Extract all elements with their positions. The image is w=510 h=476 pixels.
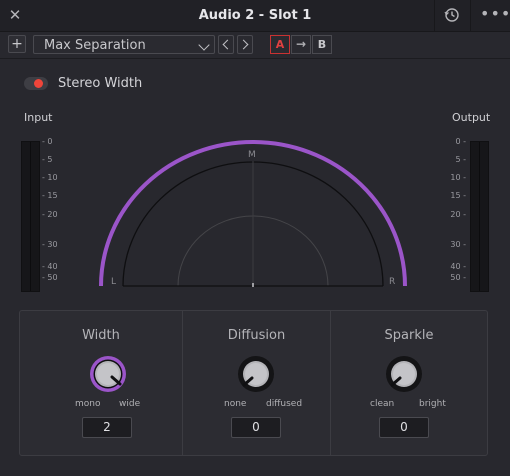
add-preset-button[interactable]: + (8, 35, 26, 53)
scope-label-r: R (389, 277, 395, 287)
input-meter-tick: - 15 (42, 191, 58, 200)
sparkle-section: Sparkle clean bright 0 (331, 311, 487, 455)
output-meter-tick: 15 - (450, 191, 466, 200)
output-meter (470, 141, 489, 292)
preset-toolbar: + Max Separation A → B (0, 32, 510, 59)
preset-dropdown[interactable]: Max Separation (33, 35, 215, 54)
output-label: Output (452, 111, 491, 124)
input-meter-tick: - 20 (42, 210, 58, 219)
ab-compare-group: A → B (270, 35, 332, 54)
divider (434, 0, 435, 31)
copy-a-to-b-button[interactable]: → (291, 35, 311, 54)
output-meter-tick: 20 - (450, 210, 466, 219)
output-meter-tick: 30 - (450, 240, 466, 249)
stereo-scope: M L R (99, 140, 407, 287)
input-meter-tick: - 0 (42, 137, 53, 146)
input-meter-tick: - 50 (42, 273, 58, 282)
diffusion-section: Diffusion none diffused 0 (183, 311, 330, 455)
output-meter-tick: 10 - (450, 173, 466, 182)
sparkle-min-label: clean (370, 399, 395, 409)
stereo-width-label: Stereo Width (58, 76, 143, 91)
divider (470, 0, 471, 31)
input-meter-tick: - 40 (42, 262, 58, 271)
width-knob[interactable] (88, 354, 128, 394)
input-label: Input (24, 111, 53, 124)
chevron-right-icon (238, 39, 249, 50)
diffusion-title: Diffusion (227, 328, 286, 343)
more-options-icon[interactable]: ••• (480, 6, 510, 23)
output-meter-tick: 50 - (450, 273, 466, 282)
previous-preset-button[interactable] (218, 35, 234, 54)
title-bar: ✕ Audio 2 - Slot 1 ••• (0, 0, 510, 32)
diffusion-max-label: diffused (266, 399, 303, 409)
output-meter-tick: 40 - (450, 262, 466, 271)
input-meter-tick: - 30 (42, 240, 58, 249)
input-meter-tick: - 10 (42, 173, 58, 182)
width-section: Width mono wide 2 (20, 311, 182, 455)
width-value-field[interactable]: 2 (82, 417, 132, 438)
toggle-indicator (34, 79, 43, 88)
width-min-label: mono (75, 399, 101, 409)
sparkle-title: Sparkle (384, 328, 434, 343)
chevron-down-icon (198, 39, 210, 51)
input-meter-tick: - 5 (42, 155, 53, 164)
sparkle-knob[interactable] (384, 354, 424, 394)
chevron-left-icon (222, 39, 233, 50)
diffusion-min-label: none (224, 399, 247, 409)
b-button[interactable]: B (312, 35, 332, 54)
a-button[interactable]: A (270, 35, 290, 54)
next-preset-button[interactable] (237, 35, 253, 54)
history-icon[interactable] (443, 6, 461, 24)
width-title: Width (82, 328, 120, 343)
sparkle-value-field[interactable]: 0 (379, 417, 429, 438)
preset-value: Max Separation (44, 38, 146, 53)
scope-label-m: M (248, 150, 256, 160)
input-meter (21, 141, 40, 292)
controls-panel: Width mono wide 2 Diffusion none diffuse… (19, 310, 488, 456)
width-max-label: wide (119, 399, 141, 409)
diffusion-knob[interactable] (236, 354, 276, 394)
output-meter-tick: 5 - (455, 155, 466, 164)
diffusion-value-field[interactable]: 0 (231, 417, 281, 438)
scope-label-l: L (111, 277, 116, 287)
sparkle-max-label: bright (419, 399, 446, 409)
stereo-width-toggle[interactable] (24, 77, 48, 90)
output-meter-tick: 0 - (455, 137, 466, 146)
